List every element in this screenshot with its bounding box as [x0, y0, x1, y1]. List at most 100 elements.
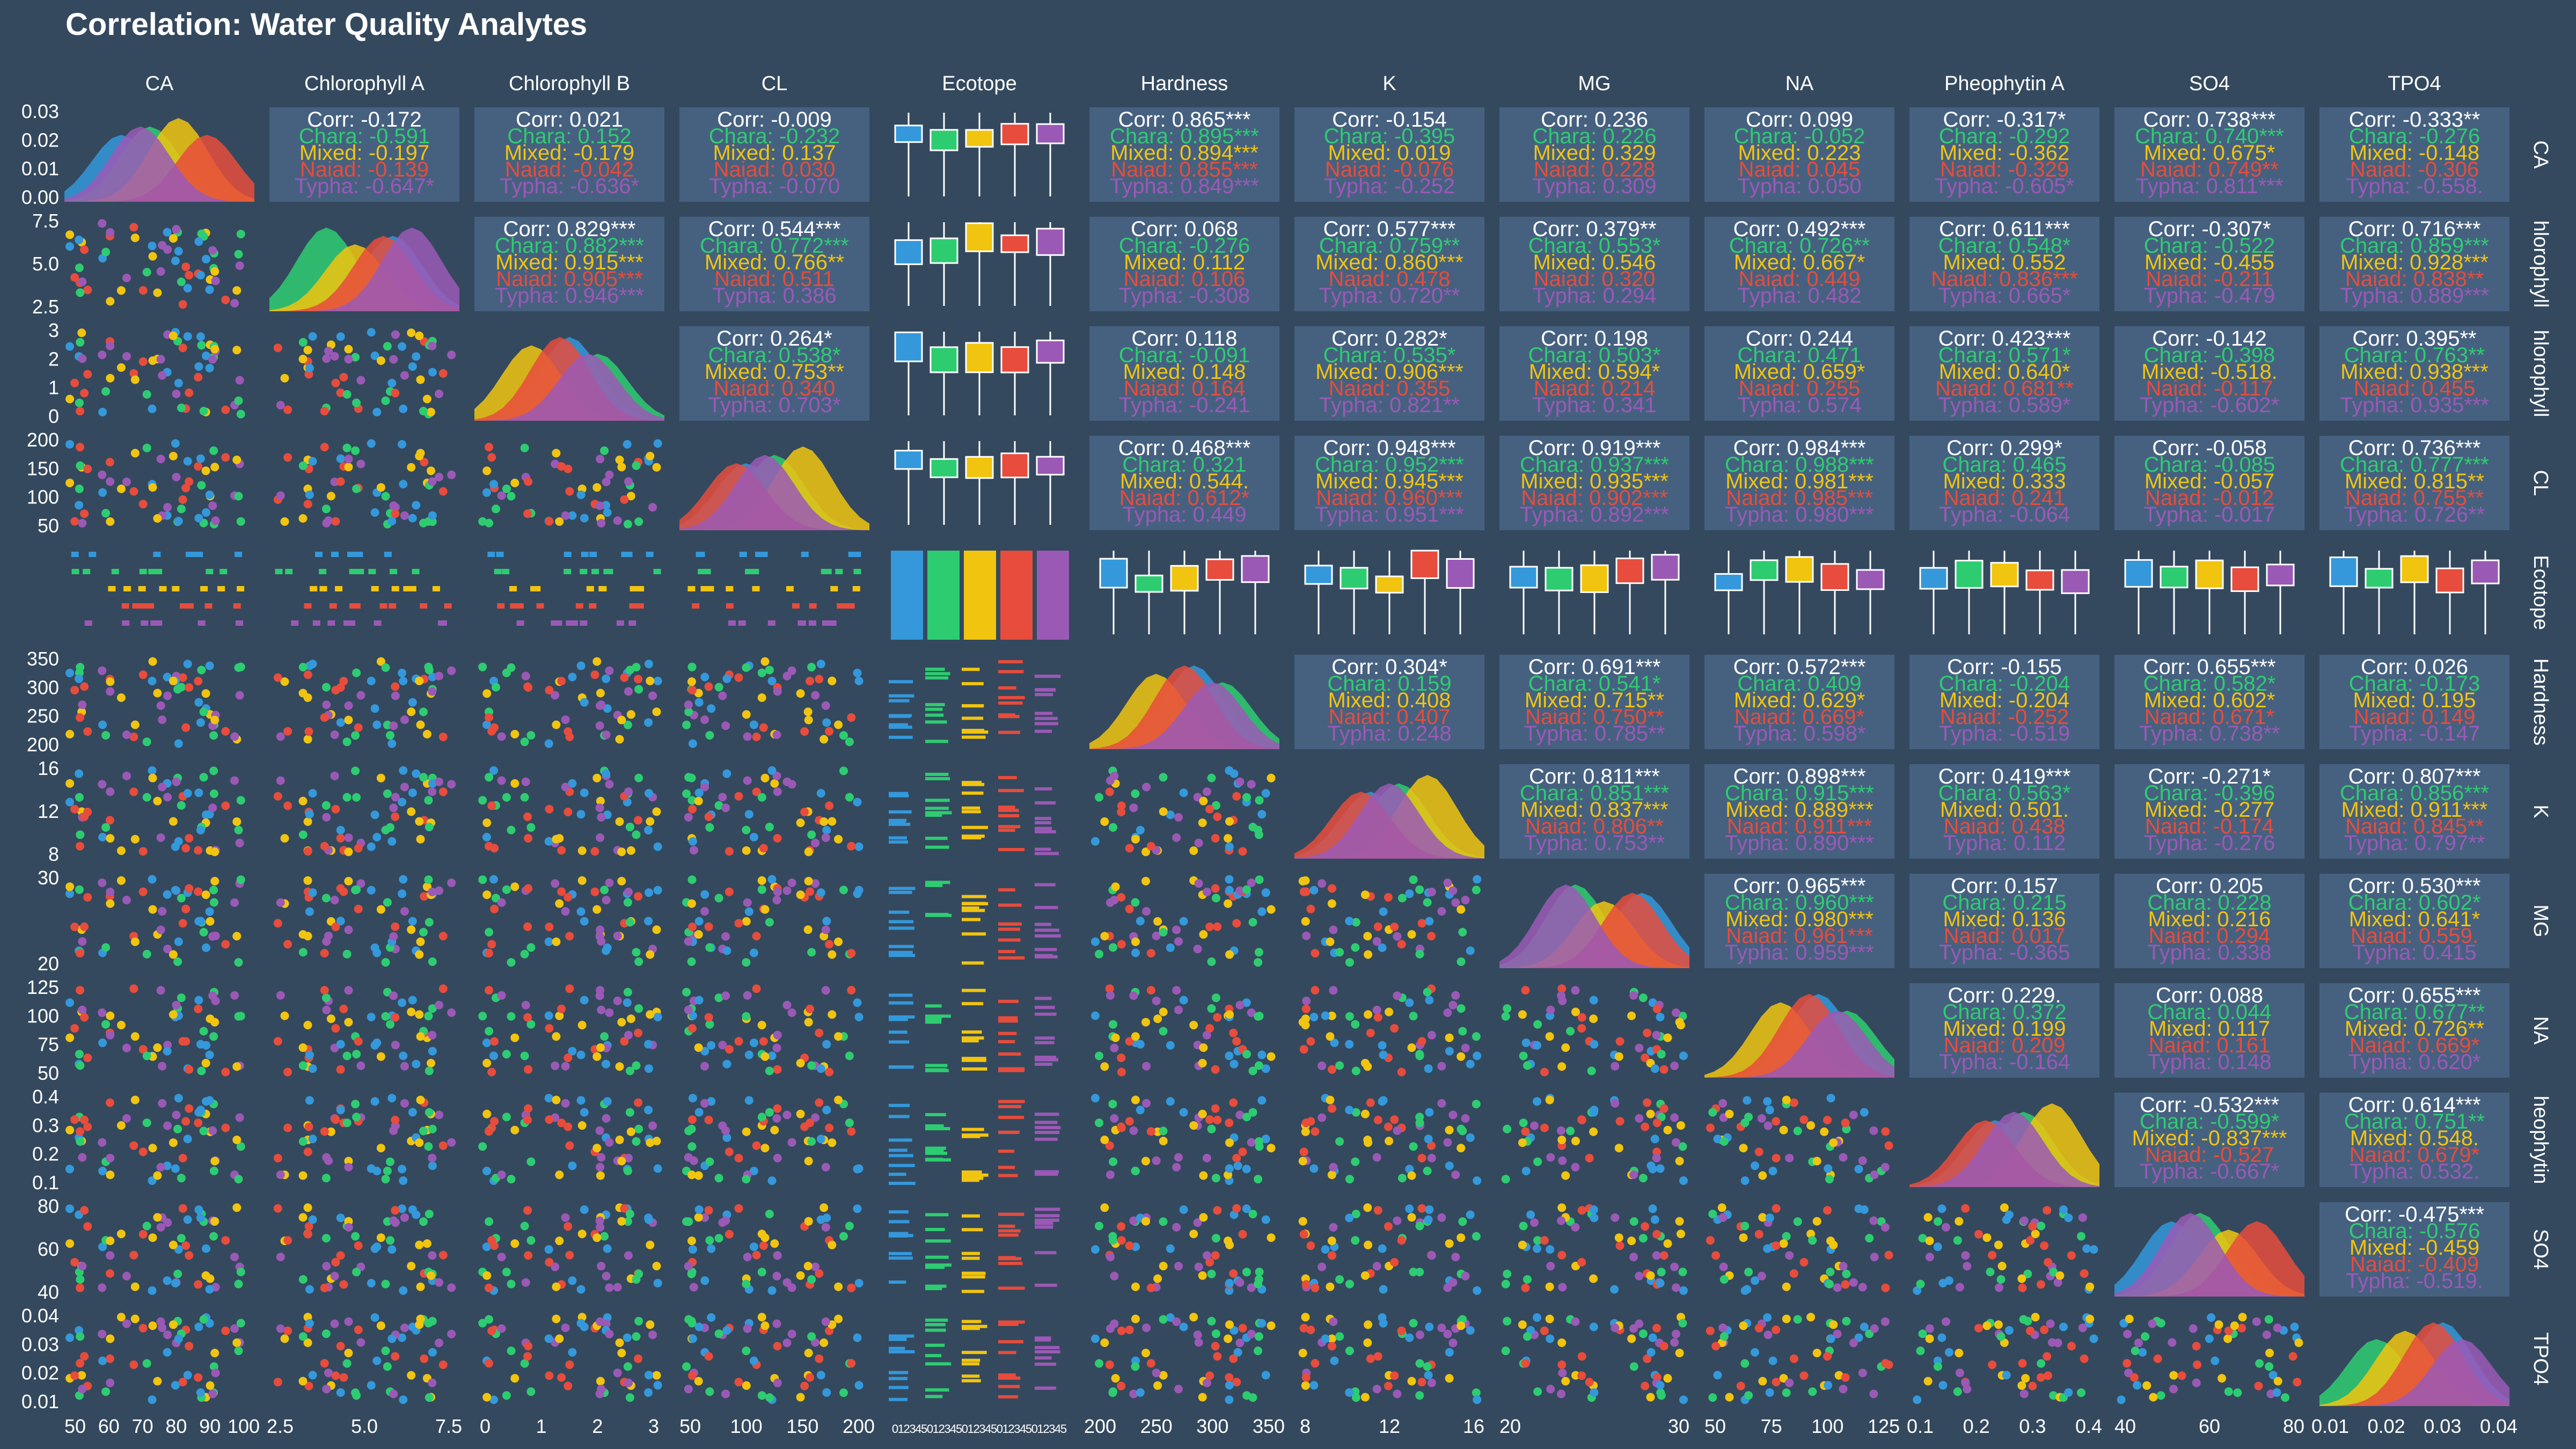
- scatter-point: [1934, 1217, 1942, 1226]
- scatter-point: [65, 478, 75, 487]
- scatter-point: [156, 1223, 165, 1232]
- scatter-point: [2265, 1362, 2274, 1371]
- scatter-point: [1635, 1271, 1644, 1280]
- panel-3-3: [679, 447, 869, 530]
- scatter-point: [1925, 1324, 1934, 1333]
- ecotope-strip: [194, 552, 202, 557]
- scatter-point: [1159, 1137, 1168, 1146]
- scatter-point: [1785, 1251, 1794, 1260]
- scatter-point: [1379, 1096, 1388, 1105]
- scatter-point: [1659, 1065, 1668, 1074]
- scatter-point: [419, 707, 428, 716]
- scatter-point: [704, 682, 713, 691]
- scatter-point: [70, 923, 79, 932]
- scatter-point: [211, 516, 220, 525]
- ecotope-histogram-bar: [962, 781, 982, 785]
- scatter-point: [1472, 1232, 1481, 1241]
- scatter-point: [700, 1099, 709, 1108]
- ecotope-histogram-bar: [889, 792, 909, 795]
- scatter-point: [1110, 1043, 1119, 1052]
- scatter-point: [2265, 1349, 2274, 1358]
- ecotope-histogram-bar: [962, 1228, 983, 1232]
- scatter-point: [760, 1321, 770, 1330]
- scatter-point: [634, 1098, 643, 1107]
- scatter-point: [854, 1279, 863, 1287]
- scatter-point: [557, 887, 566, 896]
- scatter-point: [1415, 1391, 1424, 1400]
- scatter-point: [1166, 943, 1175, 952]
- scatter-point: [718, 691, 727, 700]
- ecotope-histogram-bar: [925, 1018, 942, 1021]
- scatter-point: [742, 1012, 751, 1021]
- scatter-point: [305, 1319, 314, 1328]
- scatter-point: [196, 332, 205, 341]
- scatter-point: [1108, 1100, 1117, 1109]
- ecotope-histogram-bar: [1035, 826, 1052, 830]
- scatter-point: [2059, 1322, 2068, 1331]
- scatter-point: [1202, 888, 1211, 896]
- scatter-point: [1397, 894, 1407, 903]
- scatter-point: [613, 1283, 622, 1292]
- scatter-point: [752, 1141, 761, 1150]
- scatter-point: [342, 443, 352, 452]
- scatter-point: [276, 776, 285, 785]
- ecotope-strip: [204, 603, 213, 609]
- scatter-point: [615, 1136, 624, 1144]
- panel-0-5: Corr: 0.865***Chara: 0.895***Mixed: 0.89…: [1089, 107, 1279, 202]
- scatter-point: [816, 789, 825, 798]
- scatter-point: [1335, 1061, 1344, 1070]
- ecotope-histogram-bar: [1035, 852, 1059, 855]
- scatter-point: [1561, 1043, 1570, 1052]
- scatter-point: [308, 660, 317, 669]
- scatter-point: [613, 997, 622, 1005]
- scatter-point: [576, 491, 586, 499]
- ecotope-histogram-bar: [1035, 954, 1053, 957]
- scatter-point: [806, 677, 815, 686]
- scatter-point: [1839, 1262, 1848, 1271]
- scatter-point: [489, 875, 498, 884]
- scatter-point: [106, 1236, 115, 1246]
- boxplot-box: [2471, 559, 2500, 584]
- scatter-point: [2043, 1206, 2052, 1215]
- scatter-point: [1345, 1388, 1354, 1397]
- scatter-point: [1765, 1106, 1774, 1115]
- scatter-point: [687, 899, 696, 908]
- scatter-point: [2141, 1332, 2150, 1341]
- panel-9-6: [1298, 1094, 1482, 1185]
- scatter-point: [526, 1236, 536, 1245]
- scatter-point: [209, 766, 218, 775]
- scatter-point: [822, 917, 831, 926]
- scatter-point: [142, 949, 151, 958]
- scatter-point: [1247, 780, 1256, 789]
- panel-8-10: Corr: 0.088Chara: 0.044Mixed: 0.117Naiad…: [2114, 983, 2304, 1078]
- ecotope-strip: [852, 586, 860, 591]
- scatter-point: [596, 455, 605, 464]
- scatter-point: [1961, 1204, 1970, 1213]
- ecotope-strip: [172, 586, 180, 591]
- ecotope-histogram-bar: [925, 1395, 943, 1399]
- scatter-point: [391, 1116, 400, 1124]
- scatter-point: [1719, 1262, 1728, 1271]
- scatter-point: [721, 932, 730, 941]
- scatter-point: [1652, 1030, 1661, 1040]
- scatter-point: [196, 454, 205, 463]
- panel-3-8: Corr: 0.984***Chara: 0.988***Mixed: 0.98…: [1704, 436, 1894, 530]
- ecotope-histogram-bar: [1035, 1036, 1055, 1040]
- scatter-point: [177, 1234, 186, 1243]
- scatter-point: [1675, 1157, 1684, 1166]
- scatter-point: [183, 1215, 192, 1224]
- scatter-point: [1345, 1213, 1354, 1223]
- panel-8-1: [273, 984, 456, 1077]
- scatter-point: [510, 730, 519, 738]
- scatter-point: [644, 718, 653, 727]
- scatter-point: [682, 1362, 691, 1371]
- scatter-point: [298, 1213, 308, 1222]
- scatter-point: [428, 787, 437, 796]
- scatter-point: [387, 739, 397, 748]
- scatter-point: [1301, 1118, 1311, 1128]
- scatter-point: [1997, 1262, 2007, 1271]
- scatter-point: [65, 669, 74, 677]
- scatter-point: [634, 685, 643, 694]
- scatter-point: [235, 376, 244, 385]
- scatter-point: [206, 1381, 215, 1390]
